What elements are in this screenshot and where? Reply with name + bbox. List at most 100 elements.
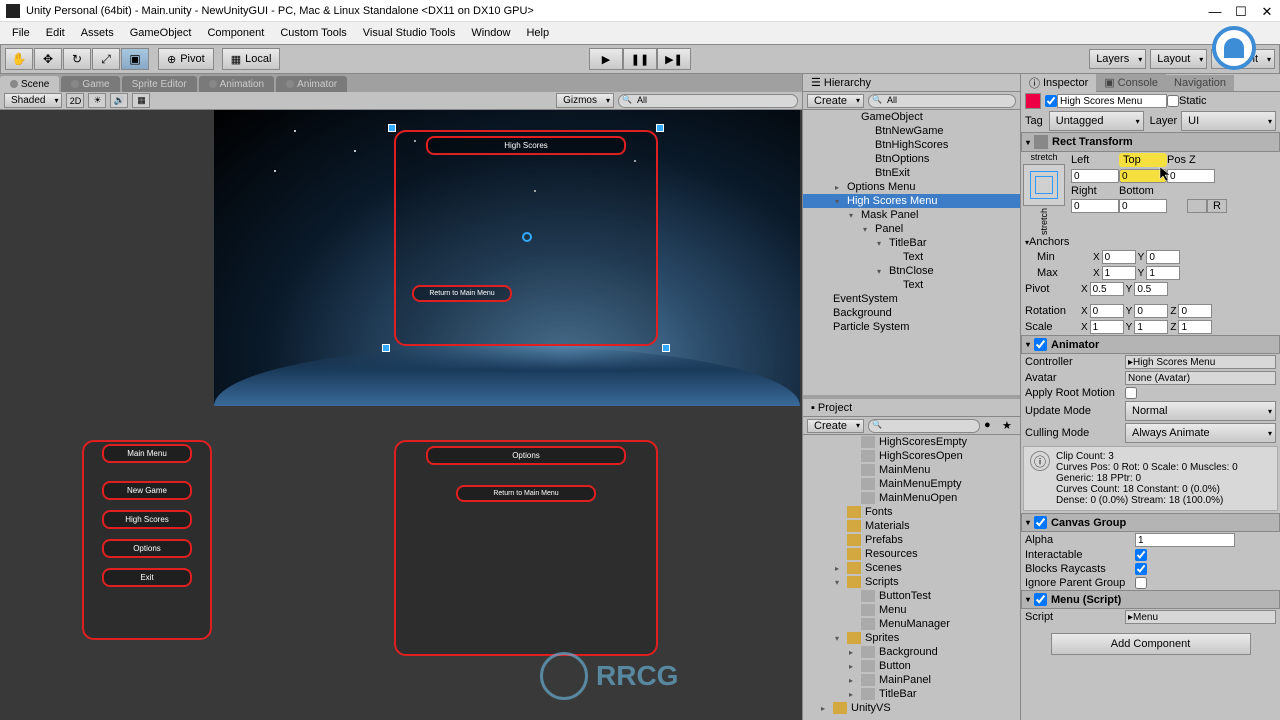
tree-item[interactable]: Background	[803, 306, 1020, 320]
tree-item[interactable]: ▸Button	[803, 659, 1020, 673]
tab-scene[interactable]: Scene	[0, 76, 59, 92]
menu-assets[interactable]: Assets	[73, 24, 122, 42]
tree-item[interactable]: EventSystem	[803, 292, 1020, 306]
user-avatar[interactable]	[1212, 26, 1256, 70]
audio-toggle[interactable]: 🔊	[110, 93, 128, 108]
tree-item[interactable]: Text	[803, 250, 1020, 264]
interactable-checkbox[interactable]	[1135, 549, 1147, 561]
tree-item[interactable]: ▾TitleBar	[803, 236, 1020, 250]
step-button[interactable]: ▶❚	[657, 48, 691, 70]
tree-item[interactable]: Materials	[803, 519, 1020, 533]
add-component-button[interactable]: Add Component	[1051, 633, 1251, 655]
scale-z[interactable]	[1178, 320, 1212, 334]
tag-dropdown[interactable]: Untagged	[1049, 111, 1144, 131]
tree-item[interactable]: Fonts	[803, 505, 1020, 519]
rect-transform-header[interactable]: ▾Rect Transform	[1021, 132, 1280, 152]
canvas-group-enabled[interactable]	[1034, 516, 1047, 529]
tree-item[interactable]: BtnNewGame	[803, 124, 1020, 138]
tree-item[interactable]: MenuManager	[803, 617, 1020, 631]
tree-item[interactable]: Text	[803, 278, 1020, 292]
tab-animator[interactable]: Animator	[276, 76, 347, 92]
hierarchy-create[interactable]: Create	[807, 94, 864, 108]
root-motion-checkbox[interactable]	[1125, 387, 1137, 399]
update-mode-dropdown[interactable]: Normal	[1125, 401, 1276, 421]
menu-component[interactable]: Component	[199, 24, 272, 42]
scale-y[interactable]	[1134, 320, 1168, 334]
tree-item[interactable]: ▾BtnClose	[803, 264, 1020, 278]
menu-script-header[interactable]: ▾Menu (Script)	[1021, 590, 1280, 609]
tree-item[interactable]: BtnExit	[803, 166, 1020, 180]
project-filter-2[interactable]: ★	[1002, 419, 1016, 433]
center-handle[interactable]	[522, 232, 532, 242]
project-search[interactable]	[868, 419, 980, 433]
alpha-field[interactable]	[1135, 533, 1235, 547]
tree-item[interactable]: ▸UnityVS	[803, 701, 1020, 715]
tree-item[interactable]: BtnHighScores	[803, 138, 1020, 152]
project-filter-1[interactable]: ●	[984, 419, 998, 433]
tab-animation[interactable]: Animation	[199, 76, 274, 92]
pivot-x[interactable]	[1090, 282, 1124, 296]
menu-edit[interactable]: Edit	[38, 24, 73, 42]
rot-x[interactable]	[1090, 304, 1124, 318]
tree-item[interactable]: Particle System	[803, 320, 1020, 334]
handle-br[interactable]	[662, 344, 670, 352]
posz-field[interactable]	[1167, 169, 1215, 183]
scene-search[interactable]: All	[618, 94, 798, 108]
top-field[interactable]	[1119, 169, 1167, 183]
tree-item[interactable]: HighScoresOpen	[803, 449, 1020, 463]
tree-item[interactable]: ▸Options Menu	[803, 180, 1020, 194]
menu-vstools[interactable]: Visual Studio Tools	[355, 24, 464, 42]
pivot-y[interactable]	[1134, 282, 1168, 296]
anchor-max-x[interactable]	[1102, 266, 1136, 280]
rot-y[interactable]	[1134, 304, 1168, 318]
menu-file[interactable]: File	[4, 24, 38, 42]
avatar-field[interactable]: None (Avatar)	[1125, 371, 1276, 385]
layer-dropdown[interactable]: UI	[1181, 111, 1276, 131]
tree-item[interactable]: Prefabs	[803, 533, 1020, 547]
tab-inspector[interactable]: ⓘ Inspector	[1021, 74, 1096, 93]
tab-console[interactable]: ▣ Console	[1096, 74, 1166, 91]
menu-window[interactable]: Window	[463, 24, 518, 42]
canvas-group-header[interactable]: ▾Canvas Group	[1021, 513, 1280, 532]
mode-2d-toggle[interactable]: 2D	[66, 93, 84, 108]
animator-enabled[interactable]	[1034, 338, 1047, 351]
ignore-parent-checkbox[interactable]	[1135, 577, 1147, 589]
rotate-tool[interactable]: ↻	[63, 48, 91, 70]
local-toggle[interactable]: ▦ Local	[222, 48, 281, 70]
tree-item[interactable]: MainMenu	[803, 463, 1020, 477]
tree-item[interactable]: ▸Background	[803, 645, 1020, 659]
menu-gameobject[interactable]: GameObject	[122, 24, 200, 42]
tree-item[interactable]: Menu	[803, 603, 1020, 617]
tree-item[interactable]: Resources	[803, 547, 1020, 561]
menu-customtools[interactable]: Custom Tools	[272, 24, 354, 42]
layout-dropdown[interactable]: Layout	[1150, 49, 1207, 69]
gizmos-dropdown[interactable]: Gizmos	[556, 93, 614, 108]
scale-x[interactable]	[1090, 320, 1124, 334]
high-scores-panel[interactable]: High Scores Return to Main Menu	[394, 130, 658, 346]
hierarchy-tree[interactable]: GameObjectBtnNewGameBtnHighScoresBtnOpti…	[803, 110, 1020, 395]
menu-help[interactable]: Help	[518, 24, 557, 42]
right-field[interactable]	[1071, 199, 1119, 213]
lighting-toggle[interactable]: ☀	[88, 93, 106, 108]
tree-item[interactable]: ButtonTest	[803, 589, 1020, 603]
script-field[interactable]: ▸Menu	[1125, 610, 1276, 624]
tree-item[interactable]: ▾Mask Panel	[803, 208, 1020, 222]
pivot-toggle[interactable]: ⊕ Pivot	[158, 48, 214, 70]
tree-item[interactable]: ▸MainPanel	[803, 673, 1020, 687]
tree-item[interactable]: MainMenuOpen	[803, 491, 1020, 505]
anchor-min-x[interactable]	[1102, 250, 1136, 264]
tree-item[interactable]: GameObject	[803, 110, 1020, 124]
tab-game[interactable]: Game	[61, 76, 119, 92]
project-create[interactable]: Create	[807, 419, 864, 433]
tab-hierarchy[interactable]: ☰ Hierarchy	[803, 74, 879, 91]
anchor-max-y[interactable]	[1146, 266, 1180, 280]
tree-item[interactable]: BtnOptions	[803, 152, 1020, 166]
gameobject-name-field[interactable]	[1057, 94, 1167, 108]
scale-tool[interactable]: ⤢	[92, 48, 120, 70]
maximize-button[interactable]: ☐	[1234, 4, 1248, 18]
pause-button[interactable]: ❚❚	[623, 48, 657, 70]
tab-sprite-editor[interactable]: Sprite Editor	[122, 76, 197, 92]
static-checkbox[interactable]	[1167, 95, 1179, 107]
handle-bl[interactable]	[382, 344, 390, 352]
anchor-preset-button[interactable]	[1023, 164, 1065, 206]
